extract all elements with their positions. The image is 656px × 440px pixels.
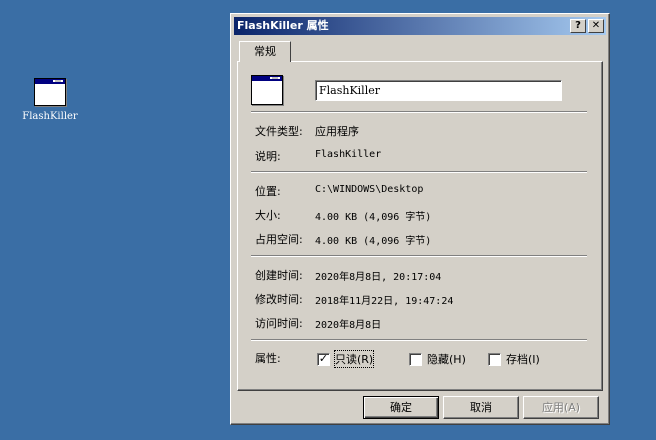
readonly-label: 只读(R) bbox=[333, 350, 375, 368]
disk-size-value: 4.00 KB (4,096 字节) bbox=[315, 236, 432, 247]
location-value: C:\WINDOWS\Desktop bbox=[315, 184, 424, 195]
dialog-title: FlashKiller 属性 bbox=[237, 19, 329, 32]
application-icon bbox=[251, 75, 283, 105]
attributes-label: 属性: bbox=[255, 352, 281, 365]
created-value: 2020年8月8日, 20:17:04 bbox=[315, 272, 442, 283]
archive-checkbox[interactable]: 存档(I) bbox=[488, 351, 540, 367]
modified-value: 2018年11月22日, 19:47:24 bbox=[315, 296, 454, 307]
accessed-label: 访问时间: bbox=[255, 317, 303, 330]
help-button[interactable]: ? bbox=[570, 19, 586, 33]
file-icon bbox=[251, 75, 283, 105]
archive-check-box[interactable] bbox=[488, 352, 501, 366]
type-value: 应用程序 bbox=[315, 125, 359, 138]
separator bbox=[251, 171, 587, 173]
cancel-button[interactable]: 取消 bbox=[443, 396, 519, 419]
desktop-icon-label: FlashKiller bbox=[22, 111, 78, 122]
hidden-checkbox[interactable]: 隐藏(H) bbox=[409, 351, 466, 367]
disk-size-label: 占用空间: bbox=[255, 233, 303, 246]
separator bbox=[251, 255, 587, 257]
modified-label: 修改时间: bbox=[255, 293, 303, 306]
ok-button[interactable]: 确定 bbox=[363, 396, 439, 419]
readonly-checkbox[interactable]: ✓ 只读(R) bbox=[317, 350, 375, 368]
description-label: 说明: bbox=[255, 150, 281, 163]
properties-dialog: FlashKiller 属性 ? ✕ 常规 FlashKiller 文件类型: … bbox=[230, 13, 610, 425]
apply-button[interactable]: 应用(A) bbox=[523, 396, 599, 419]
title-bar[interactable]: FlashKiller 属性 ? ✕ bbox=[234, 17, 606, 35]
readonly-check-mark[interactable]: ✓ bbox=[317, 352, 330, 366]
hidden-check-box[interactable] bbox=[409, 352, 422, 366]
close-button[interactable]: ✕ bbox=[588, 19, 604, 33]
size-label: 大小: bbox=[255, 209, 281, 222]
separator bbox=[251, 339, 587, 341]
type-label: 文件类型: bbox=[255, 125, 303, 138]
size-value: 4.00 KB (4,096 字节) bbox=[315, 212, 432, 223]
tab-general[interactable]: 常规 bbox=[239, 41, 291, 62]
desktop-icon-flashkiller[interactable]: FlashKiller bbox=[14, 78, 86, 122]
location-label: 位置: bbox=[255, 185, 281, 198]
application-icon bbox=[34, 78, 66, 106]
accessed-value: 2020年8月8日 bbox=[315, 320, 382, 331]
separator bbox=[251, 111, 587, 113]
file-name-field[interactable]: FlashKiller bbox=[315, 80, 562, 101]
description-value: FlashKiller bbox=[315, 149, 382, 160]
created-label: 创建时间: bbox=[255, 269, 303, 282]
hidden-label: 隐藏(H) bbox=[427, 353, 466, 366]
archive-label: 存档(I) bbox=[506, 353, 540, 366]
